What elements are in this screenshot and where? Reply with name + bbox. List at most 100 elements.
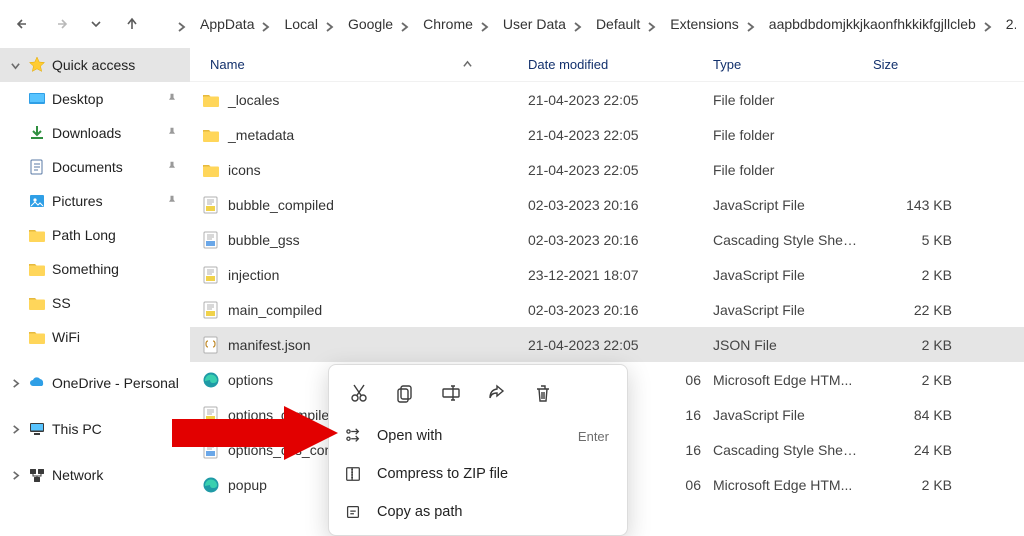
sidebar-item-label: Network xyxy=(52,467,190,483)
file-row[interactable]: _metadata21-04-2023 22:05File folder xyxy=(190,117,1024,152)
js-icon xyxy=(202,406,220,424)
nav-up-button[interactable] xyxy=(116,8,148,40)
sidebar-item[interactable]: Downloads xyxy=(0,116,190,150)
chevron-right-icon[interactable] xyxy=(8,425,22,434)
copypath-icon xyxy=(343,502,363,522)
column-type[interactable]: Type xyxy=(705,57,865,72)
breadcrumb-segment[interactable]: aapbdbdomjkkjkaonfhkkikfgjllcleb xyxy=(763,12,998,36)
breadcrumb-root[interactable] xyxy=(164,12,192,36)
column-date[interactable]: Date modified xyxy=(520,57,705,72)
toolbar: AppDataLocalGoogleChromeUser DataDefault… xyxy=(0,0,1024,48)
nav-forward-button[interactable] xyxy=(44,8,76,40)
sidebar-item[interactable]: This PC xyxy=(0,412,190,446)
chevron-right-icon[interactable] xyxy=(982,19,992,29)
chevron-right-icon[interactable] xyxy=(324,19,334,29)
menu-item[interactable]: Copy as path xyxy=(329,493,627,531)
column-name[interactable]: Name xyxy=(190,57,520,72)
context-menu: Open with Enter Compress to ZIP file Copy a… xyxy=(328,364,628,536)
file-name: _locales xyxy=(228,92,279,108)
sidebar-item-label: Documents xyxy=(52,159,160,175)
star-icon xyxy=(28,56,46,74)
folder-icon xyxy=(28,260,46,278)
breadcrumb: AppDataLocalGoogleChromeUser DataDefault… xyxy=(152,12,1016,36)
menu-item-label: Open with xyxy=(377,428,564,444)
css-icon xyxy=(202,441,220,459)
sidebar-item-label: Path Long xyxy=(52,227,190,243)
sidebar-item-label: SS xyxy=(52,295,190,311)
sidebar-item[interactable]: Path Long xyxy=(0,218,190,252)
sidebar-item-label: Downloads xyxy=(52,125,160,141)
chevron-right-icon[interactable] xyxy=(745,19,755,29)
edge-icon xyxy=(202,476,220,494)
file-row[interactable]: manifest.json21-04-2023 22:05JSON File2 … xyxy=(190,327,1024,362)
file-row[interactable]: injection23-12-2021 18:07JavaScript File… xyxy=(190,257,1024,292)
chevron-right-icon[interactable] xyxy=(176,19,186,29)
file-name: bubble_compiled xyxy=(228,197,334,213)
file-size: 5 KB xyxy=(865,232,960,248)
copy-button[interactable] xyxy=(391,379,419,407)
file-row[interactable]: _locales21-04-2023 22:05File folder xyxy=(190,82,1024,117)
chevron-right-icon[interactable] xyxy=(260,19,270,29)
sidebar-item[interactable]: Desktop xyxy=(0,82,190,116)
file-date: 21-04-2023 22:05 xyxy=(520,127,705,143)
sidebar-item-label: OneDrive - Personal xyxy=(52,375,190,391)
folder-icon xyxy=(202,126,220,144)
folder-icon xyxy=(28,294,46,312)
chevron-right-icon[interactable] xyxy=(399,19,409,29)
breadcrumb-segment[interactable]: Google xyxy=(342,12,415,36)
chevron-right-icon[interactable] xyxy=(8,379,22,388)
sidebar-item-label: Desktop xyxy=(52,91,160,107)
pin-icon xyxy=(166,160,180,174)
breadcrumb-segment[interactable]: 2.0.13_0 xyxy=(1000,12,1016,36)
sidebar-item[interactable]: Quick access xyxy=(0,48,190,82)
nav-back-button[interactable] xyxy=(8,8,40,40)
sidebar-item[interactable]: Network xyxy=(0,458,190,492)
sidebar-item[interactable]: OneDrive - Personal xyxy=(0,366,190,400)
pictures-icon xyxy=(28,192,46,210)
menu-item-label: Copy as path xyxy=(377,504,609,520)
chevron-right-icon[interactable] xyxy=(646,19,656,29)
rename-button[interactable] xyxy=(437,379,465,407)
file-type: Microsoft Edge HTM... xyxy=(705,372,865,388)
pin-icon xyxy=(166,126,180,140)
nav-recent-button[interactable] xyxy=(80,8,112,40)
sidebar-item[interactable]: Something xyxy=(0,252,190,286)
file-name: manifest.json xyxy=(228,337,310,353)
chevron-down-icon[interactable] xyxy=(8,61,22,70)
menu-item-accel: Enter xyxy=(578,429,609,444)
file-row[interactable]: main_compiled02-03-2023 20:16JavaScript … xyxy=(190,292,1024,327)
sidebar-item-label: This PC xyxy=(52,421,190,437)
breadcrumb-segment[interactable]: User Data xyxy=(497,12,588,36)
share-button[interactable] xyxy=(483,379,511,407)
js-icon xyxy=(202,301,220,319)
file-row[interactable]: icons21-04-2023 22:05File folder xyxy=(190,152,1024,187)
file-size: 22 KB xyxy=(865,302,960,318)
file-name: options_compiled xyxy=(228,407,337,423)
sidebar-item[interactable]: SS xyxy=(0,286,190,320)
file-row[interactable]: bubble_compiled02-03-2023 20:16JavaScrip… xyxy=(190,187,1024,222)
sidebar-item[interactable]: Documents xyxy=(0,150,190,184)
chevron-right-icon[interactable] xyxy=(479,19,489,29)
cut-button[interactable] xyxy=(345,379,373,407)
sidebar-item[interactable]: Pictures xyxy=(0,184,190,218)
menu-item[interactable]: Compress to ZIP file xyxy=(329,455,627,493)
file-size: 2 KB xyxy=(865,337,960,353)
breadcrumb-segment[interactable]: Chrome xyxy=(417,12,495,36)
breadcrumb-segment[interactable]: Extensions xyxy=(664,12,760,36)
breadcrumb-segment[interactable]: AppData xyxy=(194,12,276,36)
chevron-right-icon[interactable] xyxy=(8,471,22,480)
delete-button[interactable] xyxy=(529,379,557,407)
file-date: 02-03-2023 20:16 xyxy=(520,302,705,318)
sidebar-item-label: WiFi xyxy=(52,329,190,345)
menu-item[interactable]: Open with Enter xyxy=(329,417,627,455)
file-name: options_css_com xyxy=(228,442,336,458)
file-type: JavaScript File xyxy=(705,267,865,283)
breadcrumb-segment[interactable]: Local xyxy=(278,12,339,36)
file-row[interactable]: bubble_gss02-03-2023 20:16Cascading Styl… xyxy=(190,222,1024,257)
network-icon xyxy=(28,466,46,484)
sidebar-item[interactable]: WiFi xyxy=(0,320,190,354)
breadcrumb-segment[interactable]: Default xyxy=(590,12,662,36)
chevron-right-icon[interactable] xyxy=(572,19,582,29)
column-size[interactable]: Size xyxy=(865,57,960,72)
edge-icon xyxy=(202,371,220,389)
